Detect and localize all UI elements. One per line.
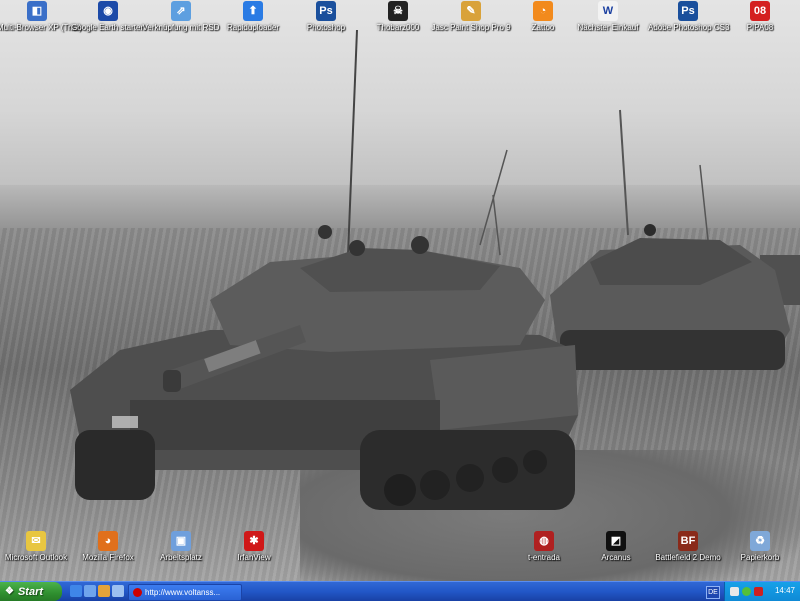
paint-palette-icon: ✎ <box>461 1 481 21</box>
desktop-icon-shortcut[interactable]: ⇗ Verknüpfung mit RSD <box>141 1 221 33</box>
desktop-icon-paint-palette[interactable]: ✎ Jasc Paint Shop Pro 9 <box>431 1 511 33</box>
desktop-icon-label: Multi-Browser XP (Trial) <box>0 23 82 32</box>
start-label: Start <box>17 585 44 598</box>
desktop-icon-label: Adobe Photoshop CS3 <box>648 23 730 32</box>
desktop-icon-photoshop-cs3[interactable]: Ps Adobe Photoshop CS3 <box>648 1 730 33</box>
desktop-icon-label: Jasc Paint Shop Pro 9 <box>431 23 511 32</box>
battlefield-icon: BF <box>678 531 698 551</box>
desktop-icon-entrada[interactable]: ◍ t-entrada <box>504 531 584 563</box>
desktop-icon-label: Thobarz000 <box>376 23 420 32</box>
desktop-icon-label: t-entrada <box>527 553 561 562</box>
recycle-bin-icon: ♻ <box>750 531 770 551</box>
desktop-icon-pipa[interactable]: 08 PIPA08 <box>720 1 800 33</box>
taskbar-window-label: http://www.voltanss... <box>145 588 221 597</box>
zattoo-icon: ◔ <box>533 1 553 21</box>
pipa-icon: 08 <box>750 1 770 21</box>
desktop-icon-recycle-bin[interactable]: ♻ Papierkorb <box>720 531 800 563</box>
desktop-icon-arcanus[interactable]: ◩ Arcanus <box>576 531 656 563</box>
desktop-icon-label: Rapiduploader <box>226 23 280 32</box>
taskbar: ❖ Start http://www.voltanss... DE 14:47 <box>0 581 800 601</box>
desktop-icon-my-computer[interactable]: ▣ Arbeitsplatz <box>141 531 221 563</box>
opera-icon <box>133 588 142 598</box>
windows-flag-icon: ❖ <box>5 586 14 597</box>
tray-network-icon[interactable] <box>730 587 739 596</box>
photoshop-cs3-icon: Ps <box>678 1 698 21</box>
desktop-icon-label: Arbeitsplatz <box>160 553 202 562</box>
desktop-icon-battlefield[interactable]: BF Battlefield 2 Demo <box>648 531 728 563</box>
quicklaunch-ie-icon[interactable] <box>70 585 82 597</box>
desktop-icon-label: Arcanus <box>601 553 631 562</box>
language-indicator[interactable]: DE <box>706 586 720 599</box>
skull-icon: ☠ <box>388 1 408 21</box>
quicklaunch-explorer-icon[interactable] <box>112 585 124 597</box>
desktop-icon-label: IrfanView <box>237 553 271 562</box>
my-computer-icon: ▣ <box>171 531 191 551</box>
wallpaper-tanks <box>70 29 800 510</box>
desktop-icon-label: Google Earth starten <box>71 23 145 32</box>
irfanview-icon: ✱ <box>244 531 264 551</box>
desktop-icon-word-document[interactable]: W Nächster Einkauf <box>568 1 648 33</box>
desktop-icon-label: Mozilla Firefox <box>82 553 134 562</box>
system-tray: 14:47 <box>724 582 800 601</box>
upload-arrow-icon: ⬆ <box>243 1 263 21</box>
desktop-icon-outlook[interactable]: ✉ Microsoft Outlook <box>0 531 76 563</box>
desktop-icon-label: Verknüpfung mit RSD <box>142 23 220 32</box>
arcanus-icon: ◩ <box>606 531 626 551</box>
google-earth-icon: ◉ <box>98 1 118 21</box>
desktop-icon-label: Photoshop <box>306 23 346 32</box>
desktop-icon-google-earth[interactable]: ◉ Google Earth starten <box>68 1 148 33</box>
desktop-icon-skull[interactable]: ☠ Thobarz000 <box>358 1 438 33</box>
shortcut-icon: ⇗ <box>171 1 191 21</box>
taskbar-window-button[interactable]: http://www.voltanss... <box>128 584 242 601</box>
desktop-icon-label: Battlefield 2 Demo <box>655 553 721 562</box>
word-document-icon: W <box>598 1 618 21</box>
multibrowser-icon: ◧ <box>27 1 47 21</box>
rear-tank-middle <box>550 109 790 370</box>
desktop-icon-label: Nächster Einkauf <box>577 23 639 32</box>
desktop-icon-irfanview[interactable]: ✱ IrfanView <box>214 531 294 563</box>
clock[interactable]: 14:47 <box>775 586 795 595</box>
desktop-wallpaper <box>0 0 800 581</box>
desktop-icon-multibrowser[interactable]: ◧ Multi-Browser XP (Trial) <box>0 1 82 33</box>
tray-update-icon[interactable] <box>754 587 763 596</box>
desktop-icon-label: Papierkorb <box>740 553 780 562</box>
desktop-icon-firefox[interactable]: ◕ Mozilla Firefox <box>68 531 148 563</box>
tray-antivirus-icon[interactable] <box>742 587 751 596</box>
desktop-icon-photoshop[interactable]: Ps Photoshop <box>286 1 366 33</box>
outlook-icon: ✉ <box>26 531 46 551</box>
photoshop-icon: Ps <box>316 1 336 21</box>
firefox-icon: ◕ <box>98 531 118 551</box>
main-tank <box>70 225 578 510</box>
entrada-icon: ◍ <box>534 531 554 551</box>
desktop-icon-label: PIPA08 <box>746 23 774 32</box>
desktop-icon-label: Microsoft Outlook <box>4 553 68 562</box>
start-button[interactable]: ❖ Start <box>0 582 62 601</box>
quicklaunch-show-desktop-icon[interactable] <box>84 585 96 597</box>
quicklaunch-media-icon[interactable] <box>98 585 110 597</box>
desktop-icon-upload-arrow[interactable]: ⬆ Rapiduploader <box>213 1 293 33</box>
